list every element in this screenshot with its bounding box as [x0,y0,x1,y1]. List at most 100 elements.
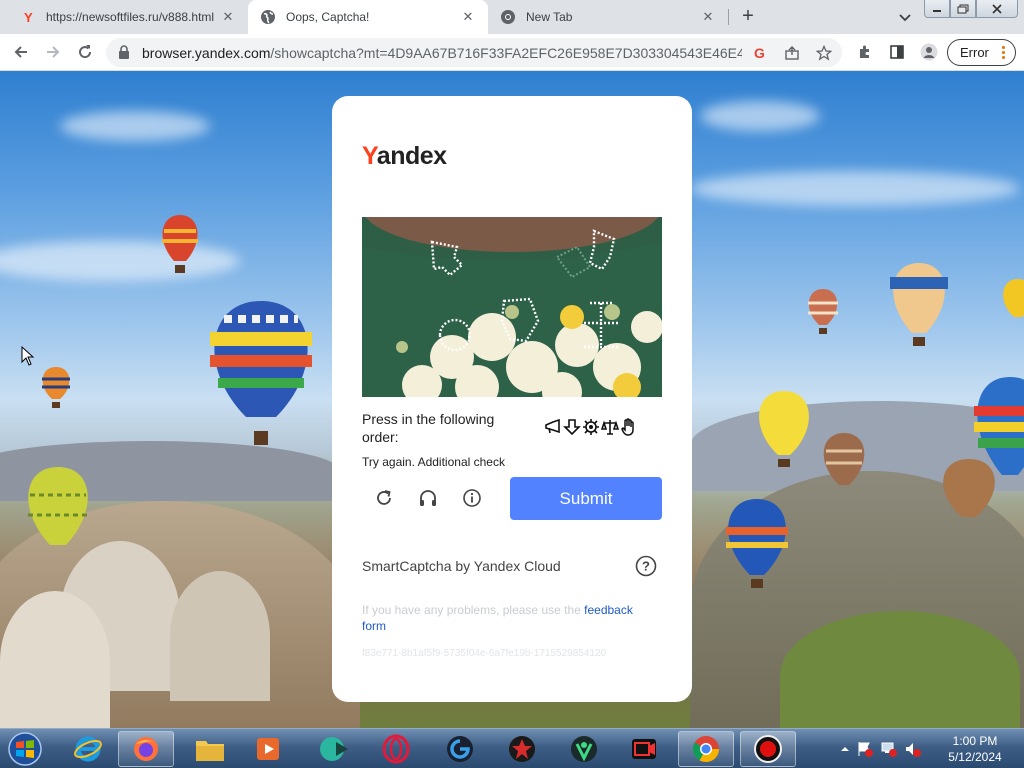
system-tray [840,729,922,768]
tab-title: New Tab [526,10,573,24]
app-icon[interactable] [432,731,488,767]
record-icon[interactable] [740,731,796,767]
hot-air-balloon [28,467,88,545]
network-icon[interactable] [880,740,898,758]
volume-muted-icon[interactable] [904,740,922,758]
tab-new-tab[interactable]: New Tab ✕ [488,0,728,34]
side-panel-icon[interactable] [888,43,906,61]
fairy-chimney [170,571,270,701]
info-button[interactable] [460,486,484,510]
chevron-down-icon[interactable] [896,8,914,26]
chevron-up-icon[interactable] [840,744,850,754]
captcha-image[interactable] [362,217,662,397]
screen-recorder-icon[interactable] [616,731,672,767]
svg-text:?: ? [642,559,650,574]
browser-toolbar: browser.yandex.com/showcaptcha?mt=4D9AA6… [0,34,1024,71]
lock-icon[interactable] [118,45,130,59]
cloud [0,241,240,281]
opera-icon[interactable] [368,731,424,767]
gear-icon [582,418,600,436]
more-menu-icon[interactable] [1002,46,1006,61]
error-label: Error [960,45,989,60]
app-icon[interactable] [556,731,612,767]
hot-air-balloon [890,263,948,346]
share-icon[interactable] [783,44,801,62]
tab-strip: Y https://newsoftfiles.ru/v888.html ✕ Oo… [0,0,1024,34]
clock-date: 5/12/2024 [948,750,1002,764]
hot-air-balloon [726,499,788,588]
headphones-icon [420,490,436,506]
profile-avatar-icon[interactable] [920,43,938,61]
submit-button[interactable]: Submit [510,477,662,520]
cloud [690,171,1020,206]
request-id: f83e771-8b1af5f9-5735f04e-6a7fe19b-17155… [362,648,607,659]
clock-time: 1:00 PM [952,734,998,748]
app-icon[interactable] [306,731,362,767]
internet-explorer-icon[interactable] [60,731,116,767]
bookmark-star-icon[interactable] [815,44,833,62]
smartcaptcha-provider: SmartCaptcha by Yandex Cloud [362,558,561,574]
yandex-icon: Y [20,9,36,25]
reload-button[interactable] [73,40,97,64]
hand-icon [620,418,638,436]
captcha-card: Yandex Press in the following order: Try… [332,96,692,702]
close-icon[interactable]: ✕ [220,9,236,25]
cloud [700,101,820,131]
file-explorer-icon[interactable] [182,731,238,767]
close-icon[interactable]: ✕ [700,9,716,25]
action-center-flag-icon[interactable] [856,740,874,758]
mouse-cursor-icon [21,346,35,366]
hot-air-balloon [823,433,865,485]
captcha-order-sequence [544,416,638,438]
windows-start-icon[interactable] [6,731,44,767]
tab-separator [728,9,729,25]
fairy-chimney [0,591,110,728]
retry-message: Try again. Additional check [362,455,505,469]
yandex-logo: Yandex [362,142,447,170]
close-window-button[interactable] [976,0,1018,18]
system-clock[interactable]: 1:00 PM 5/12/2024 [940,733,1010,765]
captcha-instruction: Press in the following order: [362,411,495,445]
back-button[interactable] [9,40,33,64]
address-bar[interactable]: browser.yandex.com/showcaptcha?mt=4D9AA6… [106,38,842,67]
hot-air-balloon [808,289,838,334]
hot-air-balloon [943,459,995,517]
url-text[interactable]: browser.yandex.com/showcaptcha?mt=4D9AA6… [142,45,742,61]
audio-captcha-button[interactable] [416,486,440,510]
forward-button[interactable] [41,40,65,64]
firefox-icon[interactable] [118,731,174,767]
maximize-button[interactable] [950,0,976,18]
media-player-icon[interactable] [240,731,296,767]
refresh-icon [377,490,391,505]
new-tab-button[interactable]: + [736,5,760,29]
info-icon [463,489,481,507]
chrome-icon [500,9,516,25]
megaphone-icon [544,418,562,436]
windows-taskbar: 1:00 PM 5/12/2024 [0,728,1024,768]
hot-air-balloon [210,301,312,445]
hot-air-balloon [42,367,70,408]
tab-title: https://newsoftfiles.ru/v888.html [46,10,215,24]
problems-note: If you have any problems, please use the… [362,603,633,633]
chrome-icon[interactable] [678,731,734,767]
tab-title: Oops, Captcha! [286,10,370,24]
extensions-icon[interactable] [856,43,874,61]
app-icon[interactable] [494,731,550,767]
tab-captcha[interactable]: Oops, Captcha! ✕ [248,0,488,34]
hot-air-balloon [1003,279,1024,317]
close-icon[interactable]: ✕ [460,9,476,25]
hot-air-balloon [759,391,809,467]
svg-text:Y: Y [24,10,33,24]
svg-text:G: G [754,45,765,61]
scale-icon [601,418,619,436]
help-icon[interactable]: ? [635,555,657,577]
google-icon[interactable]: G [751,44,769,62]
cloud [60,111,210,141]
globe-icon [260,9,276,25]
tab-newsoftfiles[interactable]: Y https://newsoftfiles.ru/v888.html ✕ [8,0,248,34]
minimize-button[interactable] [924,0,950,18]
captcha-page: Yandex Press in the following order: Try… [0,71,1024,728]
refresh-captcha-button[interactable] [372,486,396,510]
profile-error-button[interactable]: Error [947,39,1016,66]
window-controls [924,0,1018,18]
